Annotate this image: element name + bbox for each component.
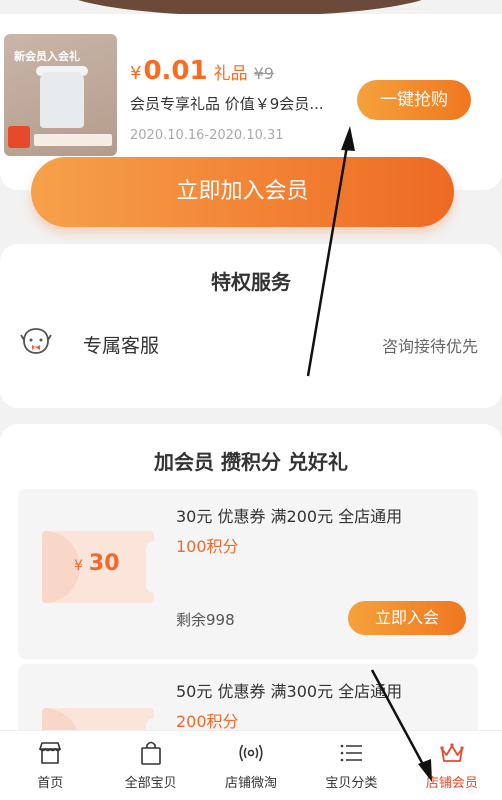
tab-home[interactable]: 首页 (0, 731, 100, 800)
broadcast-icon (239, 744, 263, 762)
join-now-button[interactable]: 立即入会 (348, 601, 466, 635)
list-icon (341, 744, 363, 762)
privilege-card: 特权服务 专属客服 咨询接待优先 (0, 244, 502, 408)
privilege-title: 特权服务 (211, 270, 291, 294)
bottom-tab-bar: 首页 全部宝贝 店铺微淘 宝贝分类 店铺会员 (0, 730, 502, 800)
coupon-title: 30元 优惠券 满200元 全店通用 (176, 507, 403, 526)
tab-shop-member[interactable]: 店铺会员 (402, 731, 502, 800)
gift-image-price-tag (8, 126, 30, 148)
coupon-points: 100积分 (176, 537, 239, 556)
price-currency: ¥ (130, 63, 142, 84)
coupon-amount: ¥30 (74, 551, 120, 576)
tab-label: 首页 (37, 776, 64, 791)
gift-image-caption-strip (34, 134, 112, 146)
tab-label: 宝贝分类 (325, 776, 378, 791)
coupon-thumbnail: ¥30 (42, 531, 154, 603)
tab-label: 店铺会员 (425, 776, 478, 791)
customer-service-desc: 咨询接待优先 (381, 337, 478, 356)
customer-service-label: 专属客服 (83, 335, 160, 357)
customer-service-icon (20, 328, 52, 354)
gift-dates: 2020.10.16-2020.10.31 (130, 128, 284, 143)
member-title: 加会员 攒积分 兑好礼 (154, 450, 348, 474)
original-price: ¥9 (253, 64, 274, 83)
coupon-item: ¥30 30元 优惠券 满200元 全店通用 100积分 剩余998 立即入会 (18, 489, 478, 659)
gift-product-image[interactable]: 新会员入会礼 (4, 34, 117, 156)
shopping-bag-icon (140, 741, 161, 765)
coupon-currency: ¥ (74, 558, 83, 574)
coupon-remaining: 剩余998 (176, 611, 235, 629)
tab-label: 店铺微淘 (225, 776, 278, 791)
member-points-card: 加会员 攒积分 兑好礼 ¥30 30元 优惠券 满200元 全店通用 100积分… (0, 424, 502, 764)
crown-icon (440, 743, 464, 762)
coupon-amount-value: 30 (88, 551, 120, 576)
gift-description: 会员专享礼品 价值￥9会员... (130, 95, 324, 113)
coupon-title: 50元 优惠券 满300元 全店通用 (176, 682, 403, 701)
tab-label: 全部宝贝 (124, 776, 177, 791)
tab-categories[interactable]: 宝贝分类 (301, 731, 401, 800)
price-tag: 礼品 (213, 64, 248, 84)
gift-image-title: 新会员入会礼 (14, 50, 80, 63)
tab-shop-feed[interactable]: 店铺微淘 (201, 731, 301, 800)
one-click-buy-button[interactable]: 一键抢购 (357, 80, 471, 120)
jar (40, 72, 84, 128)
tab-all-products[interactable]: 全部宝贝 (100, 731, 200, 800)
price-row: ¥ 0.01 礼品 ¥9 (130, 56, 274, 86)
coupon-thumbnail-notch (146, 541, 154, 593)
price-value: 0.01 (143, 56, 208, 86)
join-member-button[interactable]: 立即加入会员 (31, 157, 454, 227)
coupon-points: 200积分 (176, 712, 239, 731)
storefront-icon (39, 742, 62, 764)
